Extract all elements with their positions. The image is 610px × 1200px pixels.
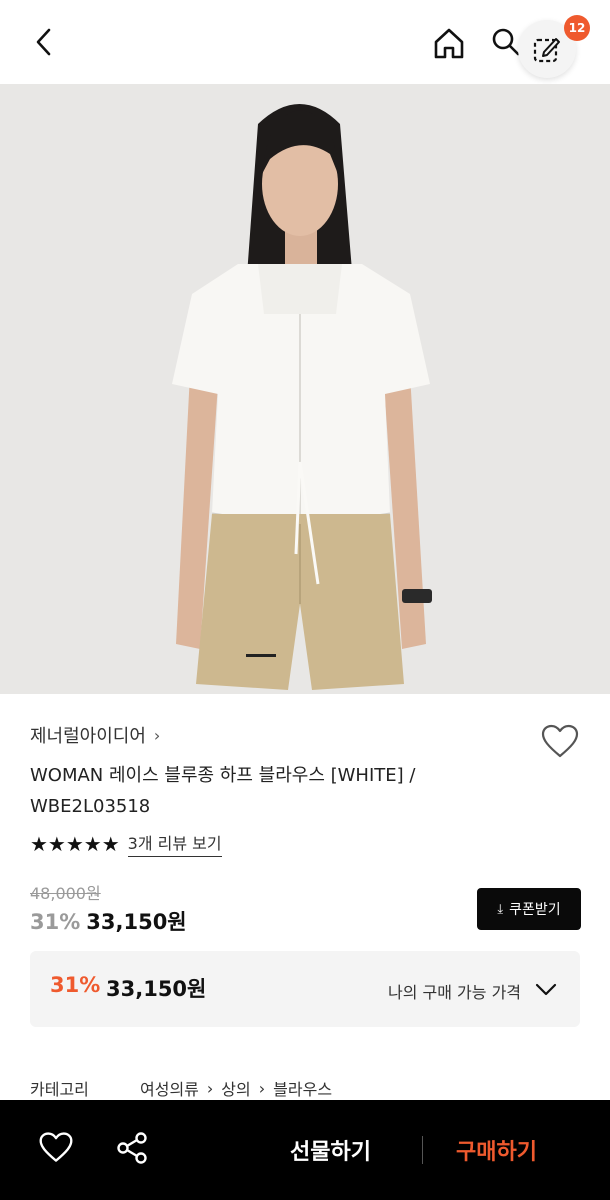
breadcrumb-item[interactable]: 여성의류 [140, 1076, 199, 1100]
brand-link[interactable]: 제너럴아이디어 › [30, 722, 160, 748]
my-price-discount: 31% [50, 973, 101, 997]
product-title: WOMAN 레이스 블루종 하프 블라우스 [WHITE] / WBE2L035… [30, 765, 416, 817]
heart-outline-icon [39, 1132, 73, 1162]
share-icon [117, 1132, 147, 1164]
chevron-right-icon: › [258, 1078, 266, 1098]
coupon-button[interactable]: ⤓ 쿠폰받기 [477, 888, 581, 930]
buy-button[interactable]: 구매하기 [456, 1134, 537, 1166]
notification-badge: 12 [564, 15, 590, 41]
wishlist-button[interactable] [540, 722, 580, 762]
price-row: 31% 33,150원 [30, 906, 187, 936]
brand-name: 제너럴아이디어 [30, 726, 146, 747]
product-image[interactable] [0, 84, 610, 694]
star-rating: ★★★★★ [30, 831, 120, 856]
original-price: 48,000원 [30, 884, 101, 903]
home-button[interactable] [428, 22, 470, 64]
edit-select-icon [533, 38, 560, 63]
top-bar: 12 [0, 0, 610, 84]
back-button[interactable] [24, 22, 64, 62]
chevron-right-icon: › [206, 1078, 214, 1098]
heart-outline-icon [541, 724, 579, 758]
chevron-right-icon: › [153, 725, 161, 745]
divider [422, 1136, 423, 1164]
share-button[interactable] [114, 1130, 150, 1166]
category-row: 카테고리 여성의류 › 상의 › 블라우스 [30, 1076, 332, 1100]
chevron-left-icon [36, 28, 51, 56]
chevron-down-icon [535, 983, 557, 996]
gift-button[interactable]: 선물하기 [290, 1134, 371, 1166]
category-label: 카테고리 [30, 1080, 89, 1099]
home-icon [434, 28, 464, 59]
breadcrumb-item[interactable]: 상의 [221, 1076, 250, 1100]
bottom-action-bar: 선물하기 구매하기 [0, 1100, 610, 1200]
coupon-label: 쿠폰받기 [509, 902, 561, 918]
my-price-dropdown[interactable]: 31% 33,150원 나의 구매 가능 가격 [30, 951, 580, 1027]
my-price-label: 나의 구매 가능 가격 [388, 983, 522, 1002]
rating-row: ★★★★★ 3개 리뷰 보기 [30, 830, 222, 857]
breadcrumb-item[interactable]: 블라우스 [273, 1076, 332, 1100]
review-link[interactable]: 3개 리뷰 보기 [127, 830, 222, 857]
search-icon [492, 28, 520, 56]
discount-rate: 31% [30, 910, 81, 934]
sale-price: 33,150원 [86, 910, 187, 934]
model-photo-illustration [0, 84, 610, 694]
download-icon: ⤓ [497, 901, 504, 917]
bottom-wishlist-button[interactable] [38, 1130, 74, 1166]
my-price-value: 33,150원 [106, 977, 207, 1001]
carousel-indicator [246, 654, 276, 657]
